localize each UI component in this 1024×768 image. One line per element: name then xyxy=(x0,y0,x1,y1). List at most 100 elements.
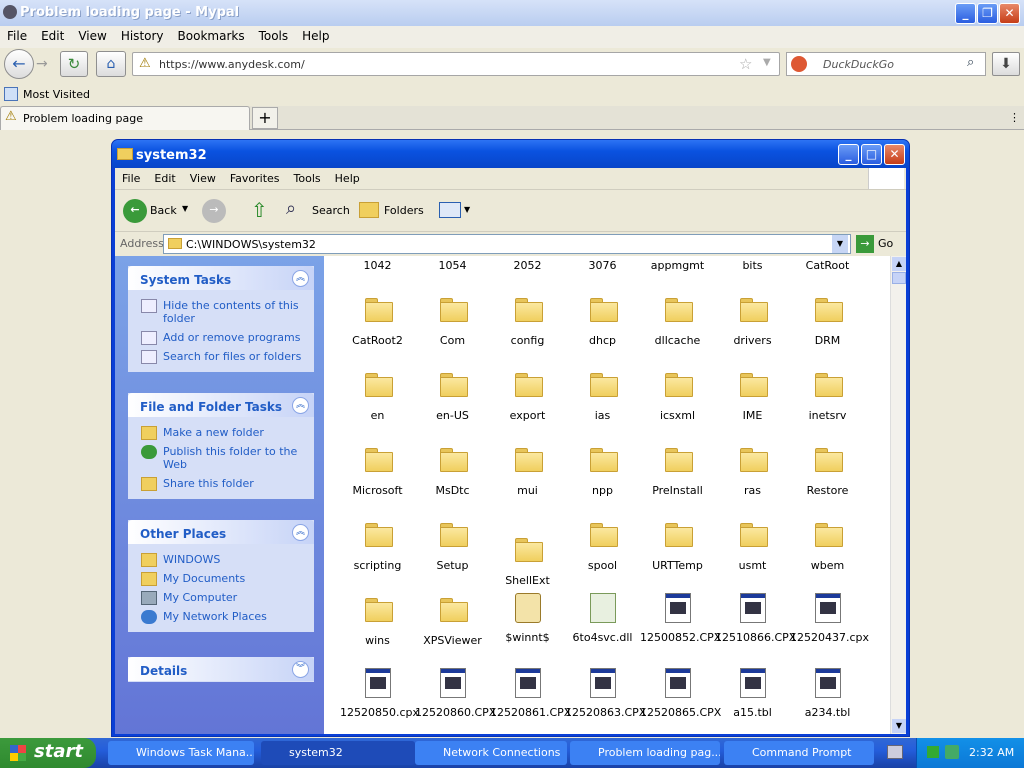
search-icon[interactable]: ⌕ xyxy=(967,55,974,70)
file-item[interactable]: mui xyxy=(490,448,565,497)
file-item[interactable]: inetsrv xyxy=(790,373,865,422)
back-icon[interactable]: ← xyxy=(123,199,147,223)
file-item[interactable]: 12520863.CPX xyxy=(565,668,646,719)
folder-item[interactable]: 2052 xyxy=(490,259,565,272)
other-places-header[interactable]: Other Places xyxy=(128,520,314,544)
file-item[interactable]: Com xyxy=(415,298,490,347)
browser-tab[interactable]: ⚠ Problem loading page xyxy=(0,106,250,130)
file-item[interactable]: ShellExt xyxy=(490,538,565,587)
search-button-label[interactable]: Search xyxy=(312,204,350,217)
file-item[interactable]: drivers xyxy=(715,298,790,347)
details-header[interactable]: Details xyxy=(128,657,314,681)
explorer-maximize-button[interactable]: □ xyxy=(861,144,882,165)
task-item[interactable]: Publish this folder to the Web xyxy=(128,442,314,474)
task-item[interactable]: Share this folder xyxy=(128,474,314,493)
file-item[interactable]: 6to4svc.dll xyxy=(565,593,640,644)
new-tab-button[interactable]: + xyxy=(252,107,278,129)
task-network-connections[interactable]: Network Connections xyxy=(415,741,567,765)
task-command-prompt[interactable]: Command Prompt xyxy=(724,741,874,765)
folder-item[interactable]: 1054 xyxy=(415,259,490,272)
place-item[interactable]: My Network Places xyxy=(128,607,314,626)
xmenu-favorites[interactable]: Favorites xyxy=(223,168,287,189)
file-item[interactable]: ras xyxy=(715,448,790,497)
clock[interactable]: 2:32 AM xyxy=(969,746,1014,759)
file-item[interactable]: CatRoot2 xyxy=(340,298,415,347)
file-item[interactable]: Restore xyxy=(790,448,865,497)
file-item[interactable]: spool xyxy=(565,523,640,572)
task-item[interactable]: Add or remove programs xyxy=(128,328,314,347)
place-item[interactable]: My Computer xyxy=(128,588,314,607)
folder-item[interactable]: 3076 xyxy=(565,259,640,272)
file-item[interactable]: 12510866.CPX xyxy=(715,593,796,644)
download-icon[interactable]: ⬇ xyxy=(992,52,1020,76)
menu-bookmarks[interactable]: Bookmarks xyxy=(171,26,252,46)
file-item[interactable]: 12500852.CPX xyxy=(640,593,721,644)
file-item[interactable]: 12520437.cpx xyxy=(790,593,869,644)
close-button[interactable]: ✕ xyxy=(999,3,1020,24)
scroll-down-icon[interactable]: ▼ xyxy=(892,719,906,733)
task-item[interactable]: Make a new folder xyxy=(128,423,314,442)
folders-icon[interactable] xyxy=(359,202,379,218)
back-dropdown-icon[interactable]: ▼ xyxy=(182,204,188,213)
address-field[interactable]: C:\WINDOWS\system32 ▼ xyxy=(163,234,851,254)
back-arrow-icon[interactable]: ← xyxy=(4,49,34,79)
file-item[interactable]: URTTemp xyxy=(640,523,715,572)
scroll-up-icon[interactable]: ▲ xyxy=(892,257,906,271)
menu-tools[interactable]: Tools xyxy=(252,26,296,46)
go-button[interactable]: Go xyxy=(878,237,893,250)
explorer-minimize-button[interactable]: _ xyxy=(838,144,859,165)
file-item[interactable]: npp xyxy=(565,448,640,497)
place-item[interactable]: WINDOWS xyxy=(128,550,314,569)
reload-icon[interactable]: ↻ xyxy=(60,51,88,77)
file-item[interactable]: wbem xyxy=(790,523,865,572)
file-item[interactable]: usmt xyxy=(715,523,790,572)
collapse-icon[interactable]: ︽ xyxy=(292,524,309,541)
file-item[interactable]: XPSViewer xyxy=(415,598,490,647)
file-item[interactable]: scripting xyxy=(340,523,415,572)
xmenu-file[interactable]: File xyxy=(115,168,147,189)
xmenu-edit[interactable]: Edit xyxy=(147,168,182,189)
file-item[interactable]: 12520860.CPX xyxy=(415,668,496,719)
url-bar[interactable]: ⚠ https://www.anydesk.com/ ☆ ▼ xyxy=(132,52,780,76)
file-item[interactable]: DRM xyxy=(790,298,865,347)
file-item[interactable]: 12520865.CPX xyxy=(640,668,721,719)
scroll-thumb[interactable] xyxy=(892,272,906,284)
file-item[interactable]: wins xyxy=(340,598,415,647)
most-visited-link[interactable]: Most Visited xyxy=(23,88,90,101)
file-item[interactable]: a15.tbl xyxy=(715,668,790,719)
search-bar[interactable]: DuckDuckGo ⌕ xyxy=(786,52,986,76)
file-item[interactable]: dhcp xyxy=(565,298,640,347)
go-arrow-icon[interactable]: → xyxy=(856,235,874,253)
folder-item[interactable]: appmgmt xyxy=(640,259,715,272)
task-system32[interactable]: system32 xyxy=(261,741,415,765)
file-item[interactable]: export xyxy=(490,373,565,422)
task-problem-loading[interactable]: Problem loading pag... xyxy=(570,741,720,765)
task-item[interactable]: Hide the contents of this folder xyxy=(128,296,314,328)
file-item[interactable]: icsxml xyxy=(640,373,715,422)
restore-button[interactable]: ❐ xyxy=(977,3,998,24)
file-item[interactable]: Microsoft xyxy=(340,448,415,497)
task-task-manager[interactable]: Windows Task Mana... xyxy=(108,741,254,765)
menu-view[interactable]: View xyxy=(71,26,113,46)
vertical-scrollbar[interactable]: ▲ ▼ xyxy=(890,256,906,734)
file-item[interactable]: PreInstall xyxy=(640,448,715,497)
file-item[interactable]: dllcache xyxy=(640,298,715,347)
xmenu-help[interactable]: Help xyxy=(328,168,367,189)
search-icon[interactable]: ⌕ xyxy=(286,198,296,219)
collapse-icon[interactable]: ︽ xyxy=(292,270,309,287)
folders-button-label[interactable]: Folders xyxy=(384,204,424,217)
task-item[interactable]: Search for files or folders xyxy=(128,347,314,366)
menu-file[interactable]: File xyxy=(0,26,34,46)
home-icon[interactable]: ⌂ xyxy=(96,51,126,77)
back-label[interactable]: Back xyxy=(150,204,177,217)
expand-icon[interactable]: ︾ xyxy=(292,661,309,678)
star-icon[interactable]: ☆ xyxy=(739,55,752,73)
dropdown-icon[interactable]: ▼ xyxy=(763,57,771,68)
file-item[interactable]: IME xyxy=(715,373,790,422)
forward-icon[interactable]: → xyxy=(202,199,226,223)
address-dropdown-icon[interactable]: ▼ xyxy=(832,235,848,253)
file-item[interactable]: config xyxy=(490,298,565,347)
menu-edit[interactable]: Edit xyxy=(34,26,71,46)
folder-item[interactable]: bits xyxy=(715,259,790,272)
menu-history[interactable]: History xyxy=(114,26,171,46)
